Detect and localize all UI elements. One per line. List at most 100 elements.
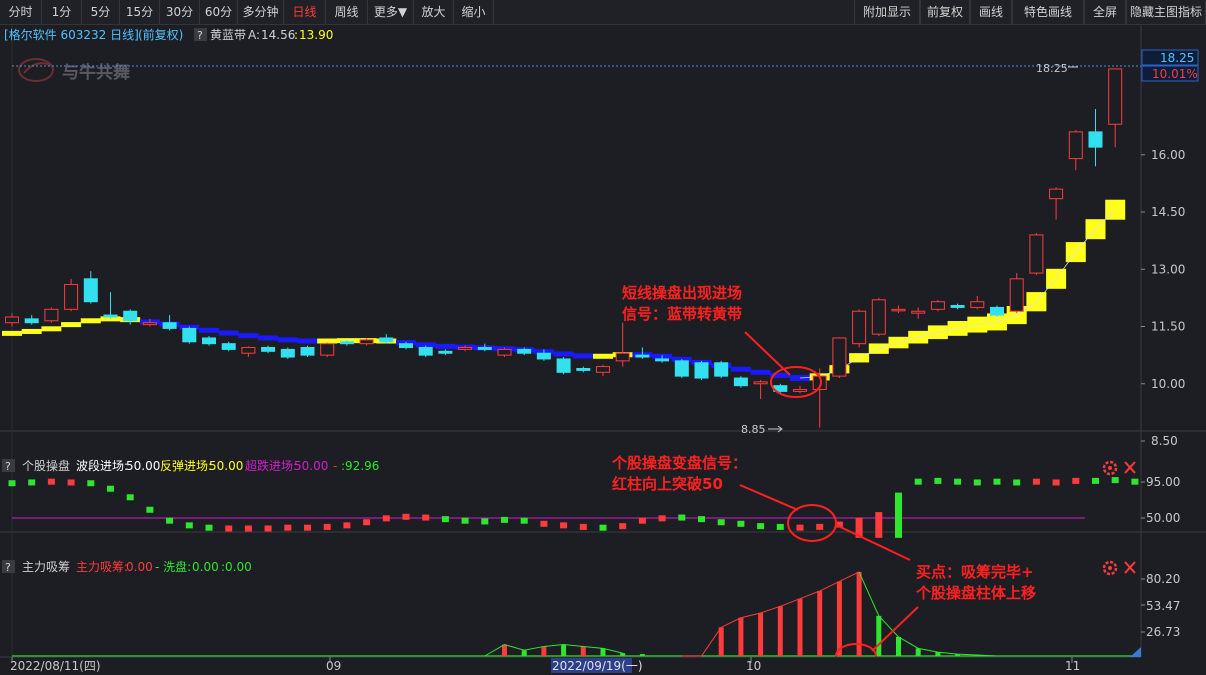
toolbar-button-9[interactable]: 更多▼	[368, 0, 414, 24]
panel2-dot	[87, 480, 95, 487]
candle-body	[556, 358, 571, 373]
indicator-name: 黄蓝带	[210, 28, 246, 42]
toolbar-button-10[interactable]: 放大	[414, 0, 454, 24]
toolbar-right-button-3[interactable]: 特色画线	[1012, 0, 1084, 24]
toolbar-button-7[interactable]: 日线	[284, 0, 326, 24]
candle-body	[1029, 234, 1044, 274]
candle-body	[202, 337, 216, 345]
panel2-dot	[638, 517, 646, 524]
toolbar-right-button-5[interactable]: 隐藏主图指标	[1126, 0, 1206, 24]
panel3-bar	[896, 636, 901, 656]
panel2-legend-3-value: 50.00	[294, 459, 328, 473]
panel2-help-mark: ?	[5, 460, 11, 473]
panel2-dot	[244, 525, 252, 532]
panel2-legend-2-label: 反弹进场:	[160, 459, 212, 473]
panel2-dot	[678, 514, 686, 521]
x-label: 11	[1065, 659, 1080, 673]
band-segment	[61, 322, 82, 328]
band-segment	[297, 338, 318, 344]
toolbar-right-button-0[interactable]: 附加显示	[854, 0, 920, 24]
candle-body	[142, 322, 157, 326]
panel2-dot	[225, 525, 233, 532]
panel2-dot	[382, 515, 390, 522]
band-segment	[199, 327, 219, 333]
toolbar-button-5[interactable]: 60分	[200, 0, 238, 24]
candle-body	[753, 381, 768, 385]
band-segment	[553, 351, 574, 357]
toolbar-right-button-1[interactable]: 前复权	[920, 0, 970, 24]
candle-body	[1068, 131, 1083, 160]
panel2-dot	[8, 480, 16, 487]
panel3-bar	[836, 581, 842, 656]
help-mark: ?	[197, 29, 203, 42]
panel2-dot	[993, 478, 1001, 485]
candle-body	[871, 299, 886, 335]
toolbar-button-2[interactable]: 5分	[82, 0, 120, 24]
panel2-dot	[579, 523, 587, 530]
toolbar-button-1[interactable]: 1分	[42, 0, 82, 24]
candle-body	[399, 343, 413, 349]
stock-label: [格尔软件 603232 日线]	[4, 27, 139, 42]
panel2-dot	[107, 485, 114, 492]
toolbar-button-0[interactable]: 分时	[0, 0, 42, 24]
candle-body	[477, 347, 492, 350]
panel3-bar	[817, 591, 823, 656]
panel2-annotation-line2: 红柱向上突破50	[612, 475, 723, 493]
panel2-dot	[441, 516, 449, 523]
candle-body	[1049, 188, 1064, 200]
panel2-title: 个股操盘	[22, 458, 70, 473]
candle-body	[497, 348, 512, 356]
panel2-ytick: 95.00	[1146, 475, 1180, 489]
panel3-title: 主力吸筹	[22, 560, 70, 574]
panel3-ytick: 53.47	[1146, 599, 1180, 613]
band-segment	[21, 328, 42, 334]
panel2-dot	[737, 520, 745, 527]
toolbar-button-8[interactable]: 周线	[326, 0, 368, 24]
band-segment	[218, 330, 239, 336]
toolbar-right-button-4[interactable]: 全屏	[1084, 0, 1126, 24]
panel3-legend-2-value: 0.00	[192, 560, 219, 574]
candle-body	[379, 337, 394, 343]
panel2-dot	[126, 494, 134, 501]
candle-body	[596, 366, 610, 373]
candle-body	[536, 352, 551, 360]
candle-body	[44, 308, 59, 322]
panel2-dot	[1032, 478, 1040, 485]
panel3-legend-2-label: - 洗盘:	[155, 559, 191, 574]
x-label: 09	[326, 659, 341, 673]
x-label: 2022/08/11(四)	[10, 659, 101, 673]
panel3-bar	[718, 627, 724, 656]
stock-chart: [格尔软件 603232 日线] (前复权) ? 黄蓝带 A: 14.56 : …	[0, 25, 1206, 675]
candle-body	[24, 318, 39, 324]
panel2-dot	[422, 514, 430, 521]
panel3-bar	[639, 654, 645, 656]
band-segment	[2, 330, 22, 336]
panel2-dot	[914, 478, 922, 485]
toolbar-button-3[interactable]: 15分	[120, 0, 160, 24]
panel2-dot	[698, 516, 705, 523]
toolbar-right-button-2[interactable]: 画线	[970, 0, 1012, 24]
panel2-dot	[47, 478, 55, 485]
watermark-text: 与牛共舞	[62, 62, 130, 83]
panel3-annotation-line1: 买点：吸筹完毕+	[916, 563, 1034, 581]
panel2-dot	[304, 524, 311, 531]
panel3-bar	[876, 615, 882, 656]
panel3-bar	[541, 646, 547, 656]
panel2-dot	[560, 522, 568, 529]
panel3-legend-3-value: :0.00	[221, 560, 252, 574]
panel3-bar	[620, 653, 626, 656]
panel3-bar	[521, 650, 527, 656]
indicator-b-label: :	[294, 28, 298, 42]
panel2-dot	[540, 520, 548, 527]
panel2-dot	[816, 523, 824, 530]
candle-body	[635, 354, 650, 358]
toolbar-button-11[interactable]: 缩小	[454, 0, 494, 24]
period-toolbar: 分时 1分 5分 15分 30分 60分 多分钟 日线 周线 更多▼ 放大 缩小 隐藏主图指标 全屏 特色画…	[0, 0, 1206, 25]
annotation-1-line2: 信号：蓝带转黄带	[622, 305, 742, 323]
candle-body	[1108, 68, 1123, 125]
toolbar-button-4[interactable]: 30分	[160, 0, 200, 24]
toolbar-button-6[interactable]: 多分钟	[238, 0, 284, 24]
candle-body	[674, 360, 689, 377]
candle-body	[418, 347, 433, 356]
candle-body	[891, 308, 906, 312]
